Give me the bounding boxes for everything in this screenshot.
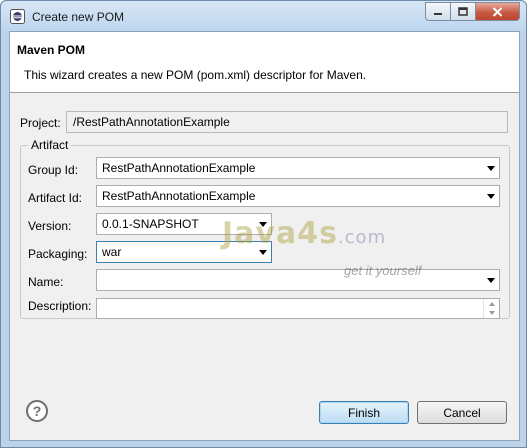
maximize-icon <box>458 7 468 16</box>
cancel-button[interactable]: Cancel <box>417 401 507 424</box>
dialog-content: Maven POM This wizard creates a new POM … <box>9 31 520 441</box>
minimize-icon <box>434 12 442 15</box>
help-icon[interactable]: ? <box>26 400 48 422</box>
description-textarea[interactable] <box>96 298 500 319</box>
project-label: Project: <box>20 116 61 130</box>
artifact-group-title: Artifact <box>28 138 72 152</box>
watermark-brand: Java4s <box>222 216 338 251</box>
scroll-down-icon <box>489 311 495 315</box>
artifact-id-label: Artifact Id: <box>28 191 83 205</box>
eclipse-icon <box>10 9 25 24</box>
chevron-down-icon <box>487 166 495 171</box>
dialog-window: Create new POM Maven POM This wizard cre… <box>0 0 527 448</box>
finish-button[interactable]: Finish <box>319 401 409 424</box>
group-id-value: RestPathAnnotationExample <box>102 161 256 175</box>
window-title: Create new POM <box>32 10 125 24</box>
group-id-combo[interactable]: RestPathAnnotationExample <box>96 157 500 179</box>
version-label: Version: <box>28 219 72 233</box>
window-controls <box>425 2 520 21</box>
description-label: Description: <box>28 299 92 313</box>
scroll-up-icon <box>489 302 495 306</box>
minimize-button[interactable] <box>425 2 451 21</box>
maximize-button[interactable] <box>451 2 476 21</box>
project-value: /RestPathAnnotationExample <box>73 115 230 129</box>
chevron-down-icon <box>487 194 495 199</box>
description-scrollbar[interactable] <box>483 299 499 318</box>
name-label: Name: <box>28 275 64 289</box>
close-icon <box>492 6 503 17</box>
project-field: /RestPathAnnotationExample <box>66 111 508 133</box>
close-button[interactable] <box>476 2 520 21</box>
artifact-id-value: RestPathAnnotationExample <box>102 189 256 203</box>
chevron-down-icon <box>487 278 495 283</box>
artifact-id-combo[interactable]: RestPathAnnotationExample <box>96 185 500 207</box>
packaging-label: Packaging: <box>28 247 88 261</box>
watermark-domain: .com <box>337 227 387 248</box>
wizard-description: This wizard creates a new POM (pom.xml) … <box>24 68 367 82</box>
wizard-header: Maven POM This wizard creates a new POM … <box>10 32 519 93</box>
name-combo[interactable] <box>96 269 500 291</box>
group-id-label: Group Id: <box>28 163 79 177</box>
watermark-tagline: get it yourself <box>344 263 422 278</box>
title-bar[interactable]: Create new POM <box>1 1 526 31</box>
watermark-logo: Java4s.com <box>222 216 386 251</box>
wizard-title: Maven POM <box>17 43 86 57</box>
